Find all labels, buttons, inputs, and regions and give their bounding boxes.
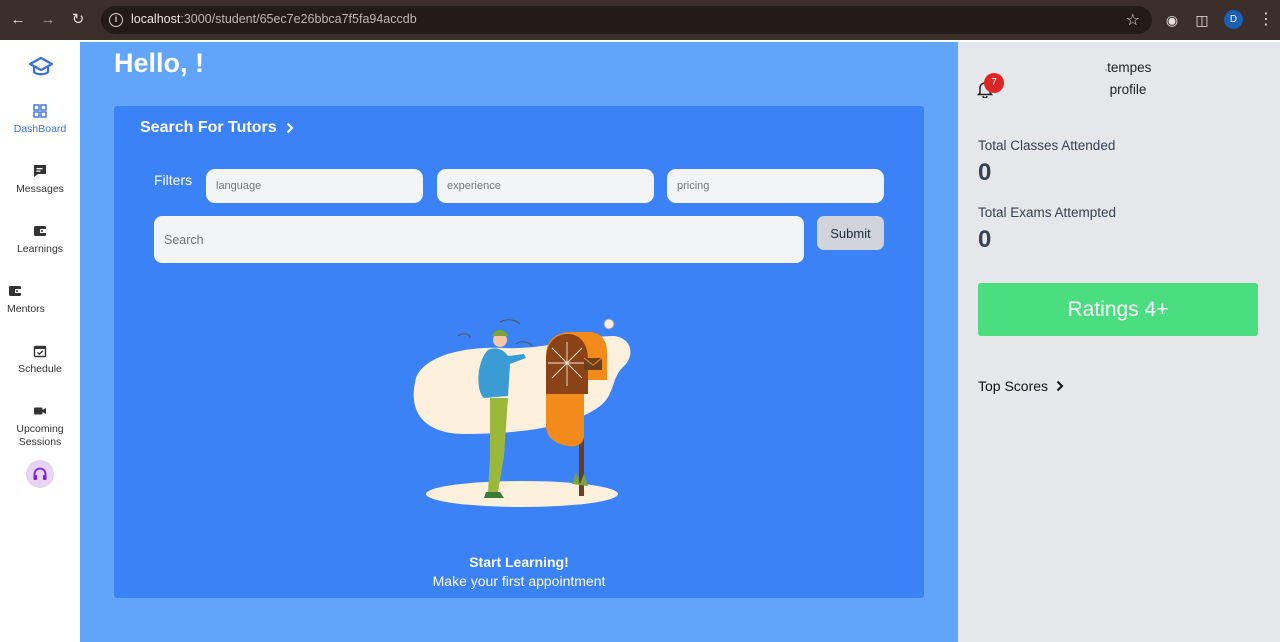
browser-menu-icon[interactable]: ⋮ <box>1258 11 1274 29</box>
forward-icon[interactable]: → <box>39 11 57 29</box>
bookmark-star-icon[interactable]: ☆ <box>1126 10 1140 30</box>
messages-icon <box>34 165 46 177</box>
empty-state-title: Start Learning! <box>469 554 569 570</box>
sidebar: DashBoard Messages Learnings Mentors Sch… <box>0 40 80 504</box>
side-panel-icon[interactable]: ◫ <box>1193 11 1211 29</box>
language-filter-input[interactable] <box>206 169 423 203</box>
card-title: Search For Tutors <box>140 119 277 136</box>
total-exams-value: 0 <box>978 226 992 253</box>
profile-avatar[interactable]: D <box>1224 10 1243 29</box>
chevron-right-icon <box>286 122 294 134</box>
empty-mailbox-illustration <box>413 318 631 507</box>
sidebar-item-learnings[interactable]: Learnings <box>0 224 80 255</box>
filters-label: Filters <box>154 172 193 188</box>
sidebar-item-dashboard[interactable]: DashBoard <box>0 104 80 135</box>
search-tutors-link[interactable]: Search For Tutors <box>140 119 295 137</box>
sidebar-item-label: Learnings <box>16 243 64 255</box>
search-tutors-card: Search For Tutors Filters Submit <box>114 106 924 598</box>
sidebar-item-upcoming-sessions[interactable]: Upcoming Sessions <box>0 404 80 449</box>
dashboard-icon <box>33 104 47 118</box>
notification-badge: 7 <box>984 73 1004 93</box>
video-camera-icon <box>34 407 46 415</box>
submit-button[interactable]: Submit <box>817 216 884 250</box>
greeting-heading: Hello, ! <box>114 48 205 78</box>
right-panel: 7 ▫tempes profile Total Classes Attended… <box>958 42 1280 642</box>
reload-icon[interactable]: ↻ <box>69 11 87 29</box>
main-content: Hello, ! Search For Tutors Filters Submi… <box>80 42 958 642</box>
sidebar-item-mentors[interactable]: Mentors <box>7 284 87 315</box>
support-button[interactable] <box>26 460 54 488</box>
sidebar-item-label: Messages <box>16 183 64 195</box>
calendar-check-icon <box>33 345 47 358</box>
extension-icon[interactable]: ◉ <box>1163 11 1181 29</box>
wallet-icon <box>34 226 46 236</box>
total-classes-label: Total Classes Attended <box>978 138 1116 153</box>
sidebar-item-label: Upcoming Sessions <box>16 423 64 448</box>
profile-image-alt[interactable]: ▫tempes profile <box>1088 58 1168 99</box>
search-input[interactable] <box>154 216 804 263</box>
wallet-icon <box>9 286 21 296</box>
headphones-icon <box>33 467 47 480</box>
top-scores-link[interactable]: Top Scores <box>978 378 1064 394</box>
ratings-button[interactable]: Ratings 4+ <box>978 283 1258 336</box>
sidebar-item-label: Schedule <box>18 363 62 375</box>
back-icon[interactable]: ← <box>9 11 27 29</box>
total-classes-value: 0 <box>978 159 992 186</box>
chevron-right-icon <box>1056 380 1064 392</box>
url-text: localhost:3000/student/65ec7e26bbca7f5fa… <box>131 12 417 26</box>
top-scores-label: Top Scores <box>978 378 1049 394</box>
empty-state-subtitle: Make your first appointment <box>432 573 606 589</box>
sidebar-item-schedule[interactable]: Schedule <box>0 344 80 375</box>
experience-filter-input[interactable] <box>437 169 654 203</box>
browser-toolbar: ← → ↻ i localhost:3000/student/65ec7e26b… <box>0 0 1280 40</box>
sidebar-item-messages[interactable]: Messages <box>0 164 80 195</box>
address-bar[interactable]: i localhost:3000/student/65ec7e26bbca7f5… <box>101 6 1152 34</box>
pricing-filter-input[interactable] <box>667 169 884 203</box>
sidebar-item-label: Mentors <box>7 303 45 315</box>
total-exams-label: Total Exams Attempted <box>978 205 1117 220</box>
site-info-icon[interactable]: i <box>109 13 123 27</box>
sidebar-item-label: DashBoard <box>13 123 67 135</box>
graduation-cap-logo-icon[interactable] <box>29 56 53 78</box>
